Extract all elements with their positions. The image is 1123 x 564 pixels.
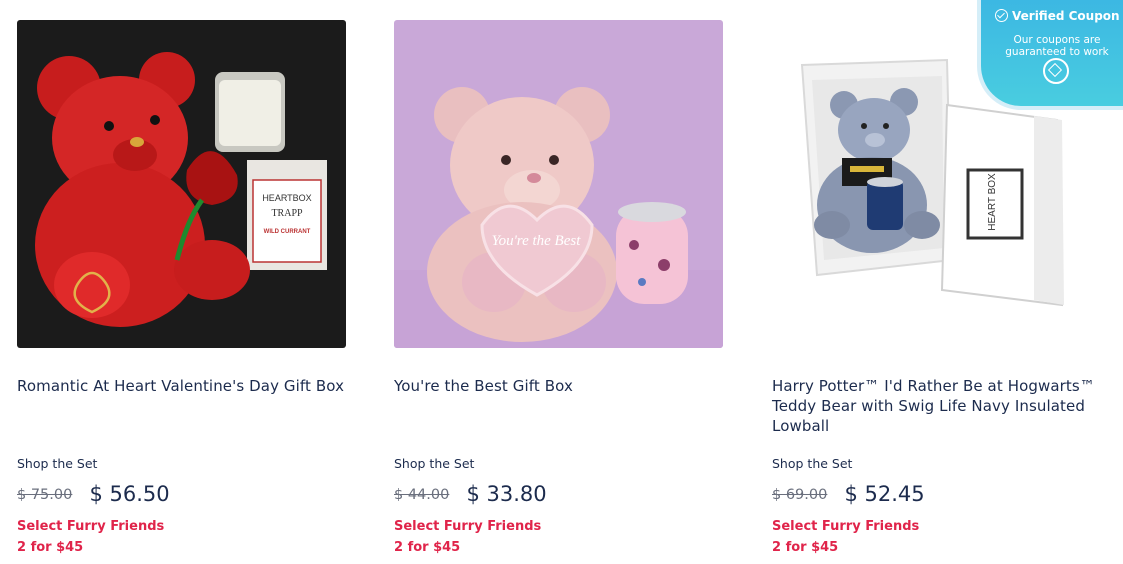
coupon-title: Verified Coupon xyxy=(1012,9,1120,23)
product-card: You're the Best You're the Best Gift Box… xyxy=(394,20,724,555)
shop-the-set-label[interactable]: Shop the Set xyxy=(394,456,474,471)
promo-line: Select Furry Friends xyxy=(17,519,165,534)
promo-line: Select Furry Friends xyxy=(394,519,542,534)
heart-text: You're the Best xyxy=(492,233,582,249)
original-price: $ 75.00 xyxy=(17,487,73,503)
product-title[interactable]: You're the Best Gift Box xyxy=(394,376,724,396)
promo-line: 2 for $45 xyxy=(772,540,839,555)
sale-price: $ 33.80 xyxy=(466,482,547,506)
product-title[interactable]: Harry Potter™ I'd Rather Be at Hogwarts™… xyxy=(772,376,1102,436)
shop-the-set-label[interactable]: Shop the Set xyxy=(17,456,97,471)
promo-text: Select Furry Friends 2 for $45 xyxy=(17,516,164,558)
promo-line: 2 for $45 xyxy=(394,540,461,555)
promo-text: Select Furry Friends 2 for $45 xyxy=(772,516,919,558)
sale-price: $ 56.50 xyxy=(89,482,170,506)
promo-line: Select Furry Friends xyxy=(772,519,920,534)
product-card: HEARTBOX TRAPP WILD CURRANT Romantic At … xyxy=(17,20,347,555)
original-price: $ 44.00 xyxy=(394,487,450,503)
coupon-logo-icon[interactable] xyxy=(1043,58,1069,84)
price-row: $ 69.00 $ 52.45 xyxy=(772,482,925,506)
box-logo-text: HEART BOX xyxy=(987,173,998,231)
red-teddy-bear-image: HEARTBOX TRAPP WILD CURRANT xyxy=(17,20,346,348)
product-image[interactable]: HEARTBOX TRAPP WILD CURRANT xyxy=(17,20,346,348)
price-row: $ 44.00 $ 33.80 xyxy=(394,482,547,506)
candle-brand-text: HEARTBOX xyxy=(262,193,311,203)
coupon-subtitle: Our coupons are guaranteed to work xyxy=(1005,34,1109,58)
check-circle-icon xyxy=(995,9,1008,22)
pink-teddy-bear-image: You're the Best xyxy=(394,20,723,348)
shop-the-set-label[interactable]: Shop the Set xyxy=(772,456,852,471)
promo-text: Select Furry Friends 2 for $45 xyxy=(394,516,541,558)
price-row: $ 75.00 $ 56.50 xyxy=(17,482,170,506)
candle-scent-text: WILD CURRANT xyxy=(264,229,311,235)
verified-coupon-badge[interactable]: Verified Coupon Our coupons are guarante… xyxy=(981,0,1123,106)
coupon-heading: Verified Coupon xyxy=(995,9,1120,23)
sale-price: $ 52.45 xyxy=(844,482,925,506)
product-title[interactable]: Romantic At Heart Valentine's Day Gift B… xyxy=(17,376,347,396)
promo-line: 2 for $45 xyxy=(17,540,84,555)
candle-name-text: TRAPP xyxy=(271,208,303,219)
product-image[interactable]: You're the Best xyxy=(394,20,723,348)
original-price: $ 69.00 xyxy=(772,487,828,503)
